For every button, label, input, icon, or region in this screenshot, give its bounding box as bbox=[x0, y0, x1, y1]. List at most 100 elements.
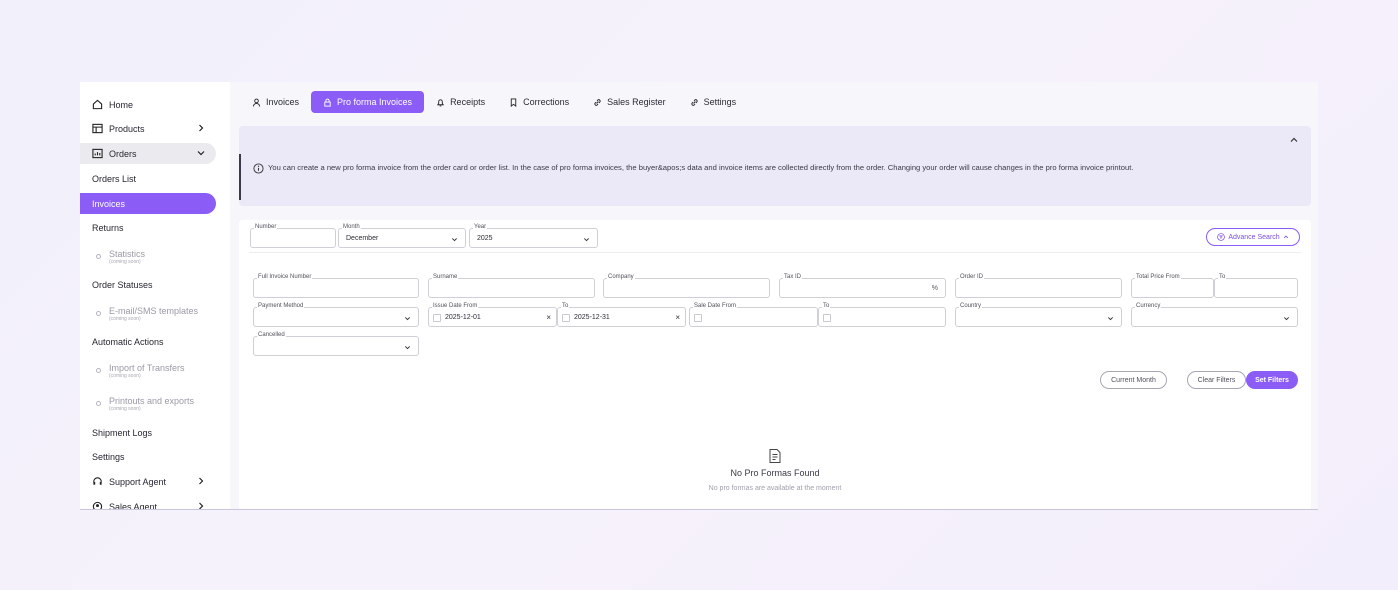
set-filters-button[interactable]: Set Filters bbox=[1246, 371, 1298, 389]
chevron-right-icon bbox=[196, 501, 206, 509]
tab-invoices[interactable]: Invoices bbox=[240, 91, 311, 113]
circle-icon bbox=[96, 401, 101, 406]
clear-filters-button[interactable]: Clear Filters bbox=[1187, 371, 1246, 389]
tab-label: Pro forma Invoices bbox=[337, 97, 413, 107]
company-field[interactable]: Company bbox=[603, 273, 770, 298]
field-label: Surname bbox=[432, 273, 459, 281]
field-label: Country bbox=[959, 302, 983, 310]
field-label: To bbox=[822, 302, 831, 310]
chevron-down-icon bbox=[1107, 317, 1114, 321]
tab-label: Receipts bbox=[450, 97, 486, 107]
sidebar-item-sales-agent[interactable]: Sales Agent bbox=[80, 496, 216, 510]
field-label: Total Price From bbox=[1135, 273, 1181, 281]
sidebar-item-support-agent[interactable]: Support Agent bbox=[80, 471, 216, 492]
number-field[interactable]: Number bbox=[250, 223, 336, 248]
sale-date-to-field[interactable]: To bbox=[818, 302, 946, 327]
field-label: Issue Date From bbox=[432, 302, 479, 310]
chevron-right-icon bbox=[196, 476, 206, 486]
coming-soon-note: (coming soon) bbox=[109, 405, 141, 412]
sale-date-from-field[interactable]: Sale Date From bbox=[689, 302, 818, 327]
user-icon bbox=[252, 98, 261, 107]
tab-label: Settings bbox=[703, 97, 737, 107]
agent-icon bbox=[92, 501, 103, 509]
tab-receipts[interactable]: Receipts bbox=[424, 91, 497, 113]
current-month-button[interactable]: Current Month bbox=[1100, 371, 1167, 389]
filter-divider bbox=[249, 252, 1301, 253]
total-price-from-field[interactable]: Total Price From bbox=[1131, 273, 1214, 298]
calendar-icon bbox=[823, 314, 831, 322]
calendar-icon bbox=[433, 314, 441, 322]
order-id-field[interactable]: Order ID bbox=[955, 273, 1122, 298]
banner-accent-bar bbox=[239, 154, 241, 200]
field-label: Sale Date From bbox=[693, 302, 738, 310]
sidebar-item-orders[interactable]: Orders bbox=[80, 143, 216, 164]
field-label: Payment Method bbox=[257, 302, 305, 310]
circle-icon bbox=[96, 311, 101, 316]
field-value: 2025-12-01 bbox=[445, 314, 481, 321]
sidebar-item-orders-list[interactable]: Orders List bbox=[80, 168, 216, 189]
field-value: December bbox=[346, 235, 379, 242]
orders-icon bbox=[92, 148, 103, 159]
empty-state: No Pro Formas Found No pro formas are av… bbox=[239, 448, 1311, 492]
total-price-to-field[interactable]: To bbox=[1214, 273, 1298, 298]
chevron-down-icon bbox=[196, 148, 206, 158]
sidebar-item-order-statuses[interactable]: Order Statuses bbox=[80, 274, 216, 295]
sidebar-item-automatic-actions[interactable]: Automatic Actions bbox=[80, 331, 216, 352]
currency-select[interactable]: Currency bbox=[1131, 302, 1298, 327]
sidebar-item-printouts-and-exports: Printouts and exports (coming soon) bbox=[80, 393, 216, 414]
tab-corrections[interactable]: Corrections bbox=[497, 91, 581, 113]
field-label: Currency bbox=[1135, 302, 1162, 310]
sidebar-item-products[interactable]: Products bbox=[80, 118, 216, 139]
issue-date-to-field[interactable]: To 2025-12-31 × bbox=[557, 302, 686, 327]
field-label: Month bbox=[342, 223, 361, 231]
chevron-up-icon[interactable] bbox=[1289, 135, 1299, 145]
tab-label: Corrections bbox=[523, 97, 570, 107]
button-label: Current Month bbox=[1111, 376, 1156, 384]
sidebar-item-statistics: Statistics (coming soon) bbox=[80, 246, 216, 267]
field-label: Full Invoice Number bbox=[257, 273, 313, 281]
coming-soon-note: (coming soon) bbox=[109, 258, 141, 265]
chevron-down-icon bbox=[404, 317, 411, 321]
field-label: Tax ID bbox=[783, 273, 803, 281]
full-invoice-number-field[interactable]: Full Invoice Number bbox=[253, 273, 419, 298]
payment-method-select[interactable]: Payment Method bbox=[253, 302, 419, 327]
headset-icon bbox=[92, 476, 103, 487]
year-select[interactable]: Year 2025 bbox=[469, 223, 598, 248]
sidebar-item-settings[interactable]: Settings bbox=[80, 446, 216, 467]
sidebar-item-label: Statistics bbox=[109, 248, 146, 259]
sidebar-item-label: Sales Agent bbox=[109, 501, 158, 510]
tab-settings[interactable]: Settings bbox=[678, 91, 749, 113]
field-label: Year bbox=[473, 223, 488, 231]
tab-sales-register[interactable]: Sales Register bbox=[581, 91, 678, 113]
sidebar: Home Products Orders Orders List Invoice… bbox=[80, 82, 230, 510]
sidebar-item-invoices[interactable]: Invoices bbox=[80, 193, 216, 214]
month-select[interactable]: Month December bbox=[338, 223, 466, 248]
cancelled-select[interactable]: Cancelled bbox=[253, 331, 419, 356]
chevron-right-icon bbox=[196, 123, 206, 133]
clear-icon[interactable]: × bbox=[675, 313, 680, 322]
circle-icon bbox=[96, 254, 101, 259]
chevron-down-icon bbox=[583, 238, 590, 242]
sidebar-item-label: Products bbox=[109, 123, 145, 134]
surname-field[interactable]: Surname bbox=[428, 273, 595, 298]
tab-label: Sales Register bbox=[607, 97, 666, 107]
clear-icon[interactable]: × bbox=[546, 313, 551, 322]
country-select[interactable]: Country bbox=[955, 302, 1122, 327]
sidebar-item-label: Returns bbox=[92, 222, 124, 233]
field-label: To bbox=[561, 302, 570, 310]
sidebar-item-returns[interactable]: Returns bbox=[80, 217, 216, 238]
chevron-down-icon bbox=[404, 346, 411, 350]
sidebar-item-label: E-mail/SMS templates bbox=[109, 305, 199, 316]
advance-search-button[interactable]: Advance Search bbox=[1206, 228, 1300, 246]
sidebar-item-shipment-logs[interactable]: Shipment Logs bbox=[80, 422, 216, 443]
issue-date-from-field[interactable]: Issue Date From 2025-12-01 × bbox=[428, 302, 557, 327]
sidebar-item-home[interactable]: Home bbox=[80, 94, 216, 115]
filter-panel: Number Month December Year 2025 Advance … bbox=[239, 220, 1311, 509]
tab-bar: Invoices Pro forma Invoices Receipts Cor… bbox=[240, 91, 748, 113]
tab-label: Invoices bbox=[266, 97, 300, 107]
tab-pro-forma-invoices[interactable]: Pro forma Invoices bbox=[311, 91, 425, 113]
sidebar-item-import-of-transfers: Import of Transfers (coming soon) bbox=[80, 360, 216, 381]
empty-subtitle: No pro formas are available at the momen… bbox=[708, 485, 842, 492]
tax-id-field[interactable]: Tax ID % bbox=[779, 273, 946, 298]
sidebar-item-label: Import of Transfers bbox=[109, 362, 185, 373]
